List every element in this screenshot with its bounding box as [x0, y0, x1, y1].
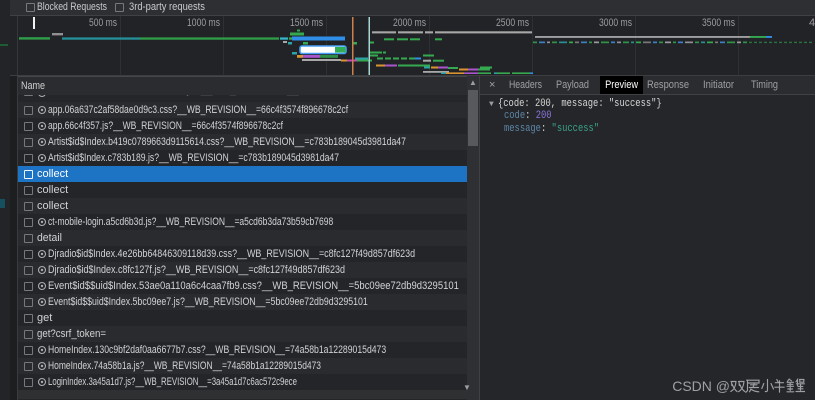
svg-text:500 ms: 500 ms — [89, 17, 117, 29]
svg-text:1500 ms: 1500 ms — [290, 17, 323, 29]
svg-text:3500 ms: 3500 ms — [702, 17, 735, 29]
svg-text:2500 ms: 2500 ms — [496, 17, 529, 29]
svg-text:2000 ms: 2000 ms — [393, 17, 426, 29]
svg-text:40: 40 — [809, 17, 815, 29]
svg-text:3000 ms: 3000 ms — [599, 17, 632, 29]
svg-text:1000 ms: 1000 ms — [187, 17, 220, 29]
